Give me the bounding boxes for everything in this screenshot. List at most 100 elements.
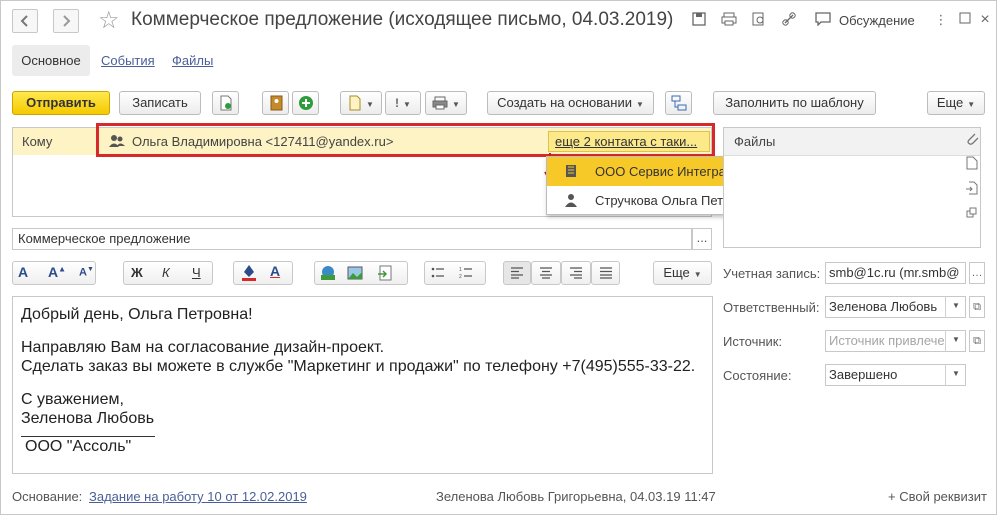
create-based-on-label: Создать на основании (497, 95, 632, 110)
paperclip-icon[interactable] (964, 130, 980, 146)
state-dropdown-icon[interactable]: ▼ (945, 364, 966, 386)
message-line-1: Направляю Вам на согласование дизайн-про… (21, 339, 385, 356)
chevron-down-icon: ▼ (693, 270, 702, 279)
more-button[interactable]: Еще ▼ (927, 91, 985, 115)
basis-label: Основание: (12, 489, 83, 504)
more-menu-icon[interactable]: ⋮ (933, 12, 949, 28)
basis-link[interactable]: Задание на работу 10 от 12.02.2019 (89, 489, 307, 504)
address-book-icon (270, 95, 282, 111)
account-field[interactable]: smb@1c.ru (mr.smb@ (825, 262, 966, 284)
italic-button[interactable]: К (162, 265, 170, 280)
more-label: Еще (936, 95, 964, 110)
state-label: Состояние: (723, 368, 792, 383)
importance-button[interactable]: ! ▼ (385, 91, 421, 115)
add-button[interactable] (292, 91, 319, 115)
send-button[interactable]: Отправить (12, 91, 110, 115)
responsible-dropdown-icon[interactable]: ▼ (945, 296, 966, 318)
hierarchy-icon (671, 95, 686, 111)
print-icon[interactable] (721, 12, 737, 28)
bold-button[interactable]: Ж (131, 265, 143, 280)
discussion-button[interactable]: Обсуждение (839, 13, 915, 28)
forward-button[interactable] (53, 9, 79, 33)
message-company: ООО "Ассоль" (25, 438, 132, 455)
tab-events[interactable]: События (101, 53, 155, 68)
discussion-icon[interactable] (815, 12, 831, 28)
printer-icon (432, 96, 448, 110)
close-icon[interactable]: × (977, 12, 993, 28)
copy-icon[interactable] (964, 207, 980, 223)
document-icon (349, 95, 361, 111)
source-dropdown-icon[interactable]: ▼ (945, 330, 966, 352)
chevron-down-icon: ▼ (635, 100, 644, 109)
person-icon (565, 193, 577, 210)
new-document-icon[interactable] (964, 156, 980, 172)
arrow-left-icon (20, 15, 28, 27)
maximize-icon[interactable] (957, 12, 973, 28)
align-right-button[interactable] (561, 261, 591, 285)
align-center-button[interactable] (531, 261, 561, 285)
create-based-on-button[interactable]: Создать на основании ▼ (487, 91, 654, 115)
font-decrease-icon[interactable]: A▼ (79, 266, 94, 279)
subject-field[interactable]: Коммерческое предложение (12, 228, 692, 250)
files-panel-header: Файлы (724, 128, 980, 156)
highlight-frame (96, 123, 715, 157)
document-add-icon (220, 95, 231, 111)
add-requisite-link[interactable]: + Свой реквизит (888, 489, 987, 504)
to-label: Кому (22, 134, 53, 149)
fill-color-icon[interactable] (242, 264, 256, 285)
message-closing: С уважением, (21, 391, 124, 408)
tab-files[interactable]: Файлы (172, 53, 213, 68)
justify-button[interactable] (591, 261, 620, 285)
arrow-right-icon (63, 15, 71, 27)
exclamation-icon: ! (395, 96, 400, 110)
align-left-button[interactable] (503, 261, 531, 285)
files-panel[interactable]: Файлы (723, 127, 981, 248)
bulleted-list-icon[interactable] (431, 266, 445, 283)
fill-by-template-button[interactable]: Заполнить по шаблону (713, 91, 876, 115)
responsible-open-button[interactable]: ⧉ (969, 296, 985, 318)
tab-main[interactable]: Основное (12, 45, 90, 76)
favorite-star-icon[interactable]: ☆ (98, 6, 120, 35)
message-body[interactable]: Добрый день, Ольга Петровна! Направляю В… (12, 296, 713, 474)
plus-circle-icon (298, 96, 313, 110)
text-color-icon[interactable]: A (270, 263, 280, 279)
message-greeting: Добрый день, Ольга Петровна! (21, 306, 253, 323)
svg-text:2: 2 (459, 274, 462, 280)
insert-link-icon[interactable] (320, 265, 336, 284)
back-button[interactable] (12, 9, 38, 33)
author-info: Зеленова Любовь Григорьевна, 04.03.19 11… (436, 489, 716, 504)
import-document-icon[interactable] (964, 181, 980, 197)
font-style-icon[interactable]: A (18, 264, 28, 280)
account-select-button[interactable]: … (969, 262, 985, 284)
underline-button[interactable]: Ч (192, 265, 201, 280)
account-label: Учетная запись: (723, 266, 821, 281)
justify-icon (599, 267, 612, 279)
source-open-button[interactable]: ⧉ (969, 330, 985, 352)
preview-icon[interactable] (751, 12, 767, 28)
attach-file-button[interactable] (212, 91, 239, 115)
align-right-icon (570, 267, 582, 279)
numbered-list-icon[interactable]: 12 (459, 266, 473, 283)
source-label: Источник: (723, 334, 783, 349)
svg-text:1: 1 (459, 267, 462, 273)
font-increase-icon[interactable]: A▲ (48, 264, 66, 280)
structure-button[interactable] (665, 91, 692, 115)
format-more-button[interactable]: Еще ▼ (653, 261, 712, 285)
address-book-button[interactable] (262, 91, 289, 115)
insert-image-icon[interactable] (347, 265, 363, 284)
subject-select-button[interactable]: ... (692, 228, 712, 250)
message-signature-name: Зеленова Любовь (21, 410, 155, 427)
message-line-2: Сделать заказ вы можете в службе "Маркет… (21, 358, 696, 375)
align-left-icon (511, 267, 523, 279)
align-center-icon (540, 267, 552, 279)
format-more-label: Еще (663, 265, 690, 280)
print-menu-button[interactable]: ▼ (425, 91, 467, 115)
organization-icon (565, 164, 577, 181)
chevron-down-icon: ▼ (967, 100, 976, 109)
save-disk-icon[interactable] (691, 12, 707, 28)
responsible-label: Ответственный: (723, 300, 820, 315)
template-button[interactable]: ▼ (340, 91, 382, 115)
link-icon[interactable] (781, 12, 797, 28)
save-button[interactable]: Записать (119, 91, 201, 115)
insert-file-icon[interactable] (377, 265, 393, 284)
